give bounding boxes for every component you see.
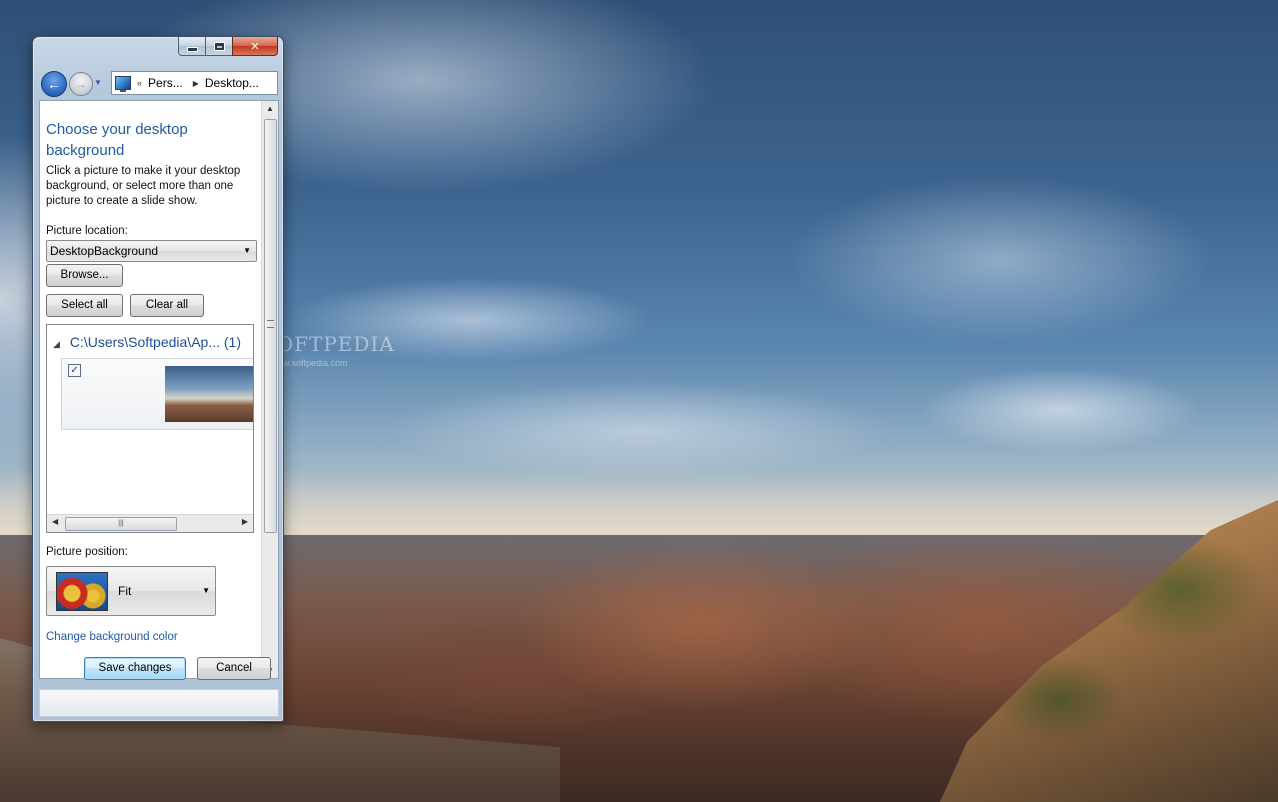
- minimize-icon: [187, 47, 197, 51]
- page-description: Click a picture to make it your desktop …: [46, 165, 241, 207]
- breadcrumb-desktop-background[interactable]: Desktop...: [205, 76, 259, 90]
- content-pane: Choose your desktop background Click a p…: [39, 100, 279, 679]
- browse-button[interactable]: Browse...: [46, 264, 123, 287]
- close-icon: ✕: [250, 40, 260, 53]
- address-bar[interactable]: « Pers... ▶ Desktop...: [111, 71, 278, 95]
- recent-pages-dropdown[interactable]: ▼: [94, 78, 102, 87]
- page-title: Choose your desktop background: [46, 121, 188, 159]
- picture-thumbnail[interactable]: [165, 366, 253, 422]
- maximize-icon: [214, 42, 224, 50]
- navigation-bar: ← → ▼ « Pers... ▶ Desktop...: [41, 71, 278, 97]
- vertical-scrollbar[interactable]: ▲ ▼: [261, 101, 278, 678]
- chevron-down-icon: ▼: [243, 246, 251, 255]
- display-icon: [115, 76, 131, 92]
- breadcrumb-personalization[interactable]: Pers...: [148, 76, 183, 90]
- picture-location-select[interactable]: DesktopBackground ▼: [46, 240, 257, 262]
- picture-position-value: Fit: [118, 584, 132, 598]
- vertical-scroll-thumb[interactable]: [264, 119, 277, 533]
- expand-triangle-icon[interactable]: ◢: [53, 339, 60, 349]
- picture-location-value: DesktopBackground: [50, 244, 159, 258]
- horizontal-scroll-thumb[interactable]: |||: [65, 517, 177, 531]
- select-all-button[interactable]: Select all: [46, 294, 123, 317]
- picture-item[interactable]: ✓: [61, 358, 253, 430]
- folder-path: C:\Users\Softpedia\Ap...: [69, 334, 220, 350]
- breadcrumb-chevron-icon[interactable]: ▶: [193, 79, 199, 88]
- folder-count: (1): [223, 334, 242, 350]
- desktop-background-window: ✕ ← → ▼ « Pers... ▶ Desktop... Choose yo…: [32, 36, 284, 722]
- picture-position-select[interactable]: Fit ▼: [46, 566, 216, 616]
- scroll-left-icon[interactable]: ◀: [52, 517, 58, 526]
- forward-button[interactable]: →: [69, 72, 93, 96]
- flower-picture-icon: [56, 572, 108, 611]
- folder-group-header[interactable]: ◢ C:\Users\Softpedia\Ap... (1): [53, 334, 241, 350]
- maximize-button[interactable]: [205, 37, 232, 56]
- back-button[interactable]: ←: [41, 71, 67, 97]
- save-changes-button[interactable]: Save changes: [84, 657, 186, 680]
- checkbox-icon[interactable]: ✓: [68, 364, 81, 377]
- breadcrumb-overflow[interactable]: «: [137, 78, 142, 88]
- forward-arrow-icon: →: [75, 77, 87, 91]
- caption-buttons: ✕: [178, 37, 278, 57]
- picture-position-label: Picture position:: [46, 546, 128, 558]
- clear-all-button[interactable]: Clear all: [130, 294, 204, 317]
- back-arrow-icon: ←: [47, 76, 61, 92]
- minimize-button[interactable]: [178, 37, 205, 56]
- change-background-color-link[interactable]: Change background color: [46, 631, 178, 643]
- picture-location-label: Picture location:: [46, 225, 128, 237]
- scroll-up-icon[interactable]: ▲: [266, 104, 274, 113]
- close-button[interactable]: ✕: [232, 37, 278, 56]
- horizontal-scrollbar[interactable]: ◀ ||| ▶: [47, 514, 253, 532]
- cancel-button[interactable]: Cancel: [197, 657, 271, 680]
- scroll-right-icon[interactable]: ▶: [242, 517, 248, 526]
- picture-list[interactable]: ◢ C:\Users\Softpedia\Ap... (1) ✓ ◀ ||| ▶: [46, 324, 254, 533]
- status-bar: [39, 689, 279, 717]
- chevron-down-icon: ▼: [202, 586, 210, 595]
